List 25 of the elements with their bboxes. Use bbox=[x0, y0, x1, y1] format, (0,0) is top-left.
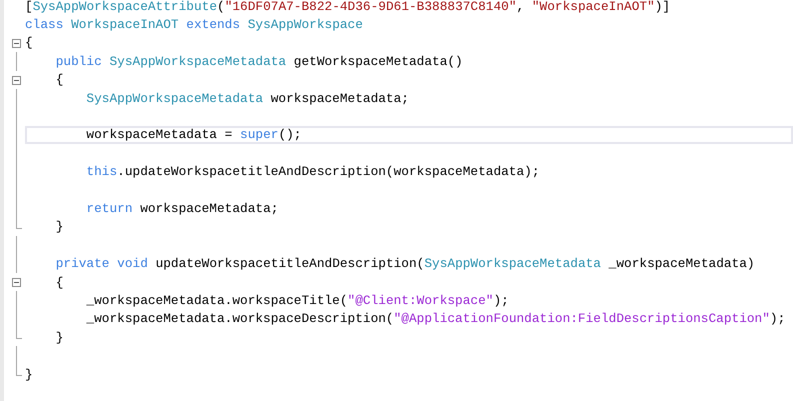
code-line: { bbox=[54, 274, 64, 290]
code-line: private void updateWorkspacetitleAndDescription(SysAppWorkspaceMetadata _workspaceMetadata) bbox=[54, 256, 755, 272]
code-line: public SysAppWorkspaceMetadata getWorkspaceMetadata() bbox=[54, 54, 463, 69]
collapse-icon[interactable] bbox=[12, 278, 21, 287]
code-line: } bbox=[25, 366, 33, 382]
fold-end-line bbox=[16, 328, 22, 340]
code-line: SysAppWorkspaceMetadata workspaceMetadata; bbox=[85, 90, 409, 106]
code-line: _workspaceMetadata.workspaceTitle("@Client:Workspace"); bbox=[85, 292, 509, 308]
fold-end-line bbox=[16, 218, 22, 229]
fold-end-line bbox=[16, 364, 22, 376]
collapse-icon[interactable] bbox=[12, 76, 21, 85]
collapse-icon[interactable] bbox=[12, 38, 21, 48]
code-line: _workspaceMetadata.workspaceDescription("@ApplicationFoundation:FieldDescriptionsCaption"); bbox=[85, 311, 786, 326]
code-line: return workspaceMetadata; bbox=[85, 201, 278, 216]
code-line: workspaceMetadata = super(); bbox=[85, 127, 302, 142]
code-line: [SysAppWorkspaceAttribute("16DF07A7-B822-4D36-9D61-B388837C8140", "WorkspaceInAOT")] bbox=[25, 0, 670, 14]
code-line: { bbox=[54, 72, 64, 88]
fold-guide-line bbox=[16, 52, 17, 72]
code-editor[interactable] bbox=[0, 0, 793, 401]
code-line: } bbox=[54, 219, 64, 234]
fold-guide-line bbox=[16, 346, 17, 366]
code-line: { bbox=[25, 35, 33, 50]
code-line: this.updateWorkspacetitleAndDescription(workspaceMetadata); bbox=[85, 164, 540, 180]
code-line: class WorkspaceInAOT extends SysAppWorkspace bbox=[25, 17, 363, 32]
code-line: } bbox=[54, 330, 64, 345]
